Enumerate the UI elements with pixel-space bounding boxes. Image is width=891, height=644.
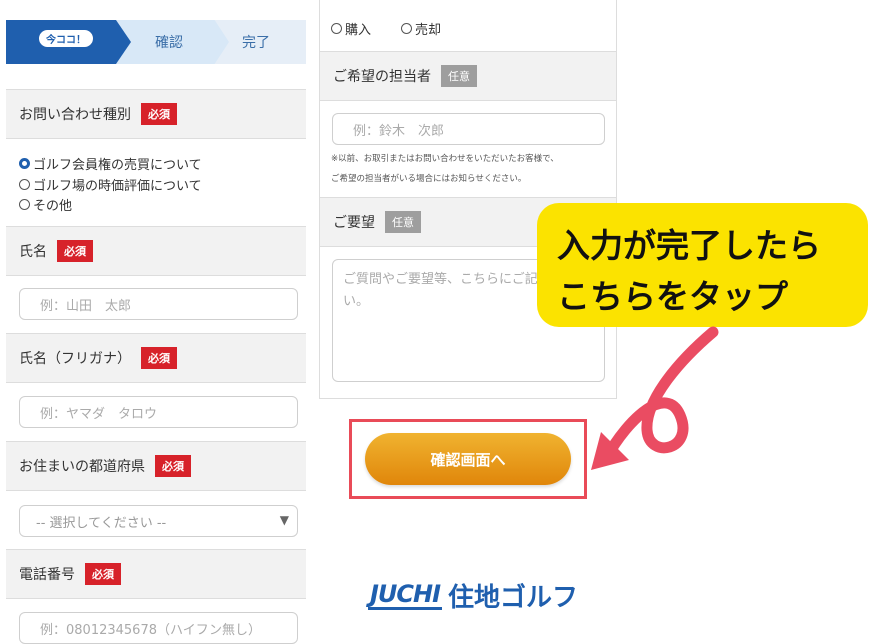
progress-steps: 今ココ！ 入力 確認 完了	[6, 20, 306, 64]
curly-arrow-icon	[591, 326, 719, 470]
logo-text: 住地ゴルフ	[448, 582, 579, 613]
name-header: 氏名 必須	[6, 226, 306, 276]
request-placeholder-line2: い。	[343, 294, 370, 309]
inquiry-option-label: その他	[33, 199, 73, 214]
required-badge: 必須	[155, 455, 191, 477]
trade-option-sell[interactable]: 売却	[401, 19, 441, 38]
name-input[interactable]: 例：山田 太郎	[19, 288, 298, 320]
required-badge: 必須	[141, 347, 177, 369]
callout-line2: こちらをタップ	[557, 277, 788, 316]
dropdown-triangle-icon: ▼	[279, 513, 289, 527]
staff-note-line2: ご希望の担当者がいる場合にはお知らせください。	[331, 174, 527, 184]
phone-header: 電話番号 必須	[6, 549, 306, 599]
trade-option-label: 購入	[345, 23, 372, 38]
staff-label: ご希望の担当者	[333, 69, 431, 85]
juchi-golf-logo: JUCHI 住地ゴルフ	[368, 575, 578, 615]
required-badge: 必須	[85, 563, 121, 585]
name-label: 氏名	[19, 244, 47, 260]
prefecture-select-value: -- 選択してください --	[36, 515, 167, 531]
inquiry-option-other[interactable]: その他	[19, 195, 72, 214]
prefecture-select[interactable]: -- 選択してください -- ▼	[19, 505, 298, 537]
trade-option-buy[interactable]: 購入	[331, 19, 371, 38]
radio-icon	[331, 23, 342, 34]
confirm-screen-button[interactable]: 確認画面へ	[365, 433, 571, 485]
callout-line1: 入力が完了したら	[557, 226, 821, 265]
inquiry-type-label: お問い合わせ種別	[19, 107, 131, 123]
inquiry-option-trade[interactable]: ゴルフ会員権の売買について	[19, 154, 202, 173]
logo-mark: JUCHI	[368, 579, 443, 610]
trade-option-label: 売却	[415, 23, 442, 38]
staff-note-line1: ※以前、お取引またはお問い合わせをいただいたお客様で、	[331, 154, 559, 164]
request-placeholder-line1: ご質問やご要望等、こちらにご記	[343, 272, 538, 287]
callout-bubble: 入力が完了したら こちらをタップ	[537, 203, 868, 327]
phone-input[interactable]: 例：08012345678（ハイフン無し）	[19, 612, 298, 644]
furigana-header: 氏名（フリガナ） 必須	[6, 333, 306, 383]
current-step-badge: 今ココ！	[38, 29, 94, 48]
request-label: ご要望	[333, 215, 375, 231]
inquiry-type-header: お問い合わせ種別 必須	[6, 89, 306, 139]
radio-selected-icon	[19, 158, 30, 169]
optional-badge: 任意	[441, 65, 477, 87]
prefecture-label: お住まいの都道府県	[19, 459, 145, 475]
required-badge: 必須	[57, 240, 93, 262]
inquiry-option-label: ゴルフ場の時価評価について	[33, 179, 202, 194]
prefecture-header: お住まいの都道府県 必須	[6, 441, 306, 491]
staff-input[interactable]: 例：鈴木 次郎	[332, 113, 605, 145]
furigana-label: 氏名（フリガナ）	[19, 351, 131, 367]
inquiry-option-valuation[interactable]: ゴルフ場の時価評価について	[19, 175, 202, 194]
optional-badge: 任意	[385, 211, 421, 233]
furigana-input[interactable]: 例：ヤマダ タロウ	[19, 396, 298, 428]
required-badge: 必須	[141, 103, 177, 125]
radio-icon	[19, 179, 30, 190]
staff-header: ご希望の担当者 任意	[320, 51, 616, 101]
phone-label: 電話番号	[19, 567, 75, 583]
inquiry-option-label: ゴルフ会員権の売買について	[33, 158, 202, 173]
radio-icon	[19, 199, 30, 210]
radio-icon	[401, 23, 412, 34]
